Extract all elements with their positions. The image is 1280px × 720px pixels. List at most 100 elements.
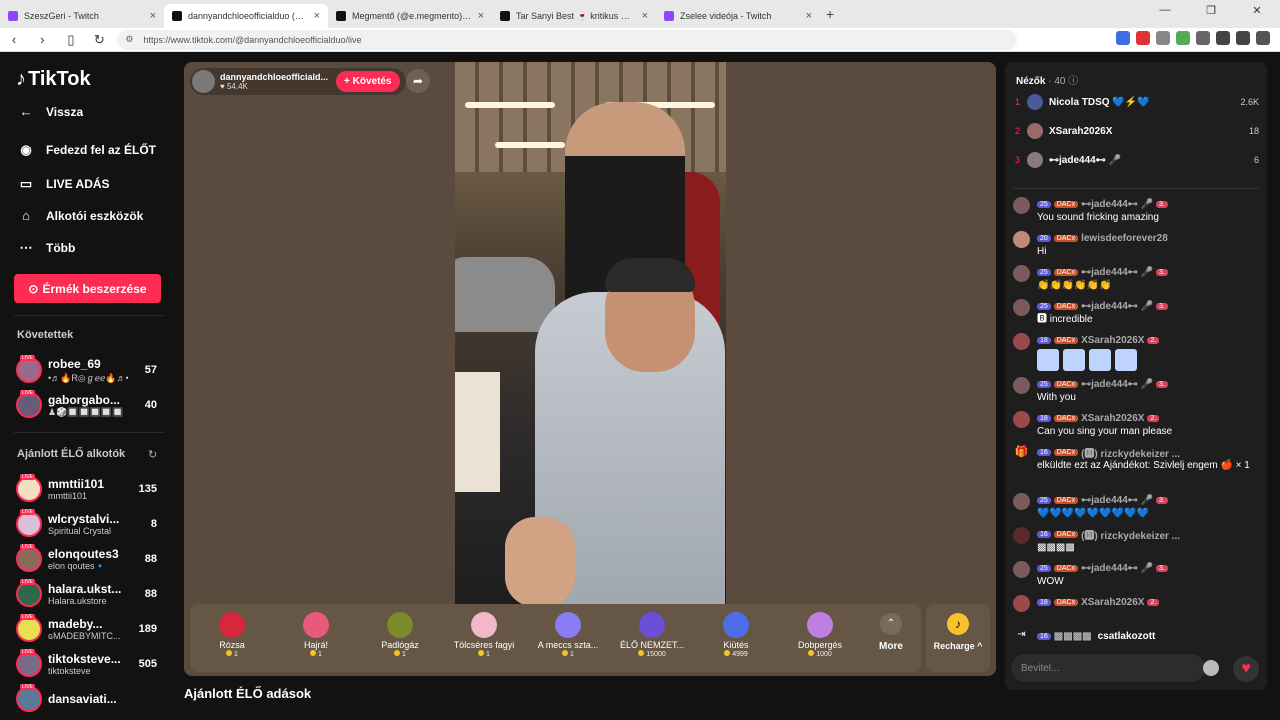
close-tab-icon[interactable]: × — [642, 10, 648, 22]
suggested-account[interactable]: LIVE madeby... ɢMADEBYMITC... 189 — [16, 612, 161, 646]
refresh-icon[interactable]: ↻ — [148, 448, 157, 461]
new-tab-icon[interactable]: + — [826, 6, 834, 22]
avatar: LIVE — [16, 474, 42, 502]
suggested-account[interactable]: LIVE elonqoutes3 elon qoutes🔹 88 — [16, 542, 161, 576]
reload-icon[interactable]: ↻ — [89, 32, 109, 48]
follow-button[interactable]: + Követés — [336, 71, 400, 92]
recharge-button[interactable]: ♪ Recharge ^ — [926, 604, 990, 672]
back-arrow-icon: ← — [19, 104, 33, 119]
close-tab-icon[interactable]: × — [806, 10, 812, 22]
extension-icon[interactable] — [1196, 31, 1210, 45]
more-gifts-button[interactable]: ⌃ More — [866, 604, 916, 672]
avatar — [1027, 94, 1043, 110]
minimize-icon[interactable]: — — [1142, 4, 1188, 17]
sidebar-item-more[interactable]: ⋯ Több — [16, 240, 76, 256]
browser-tab-bar: SzeszGeri - Twitch × dannyandchloeofficia… — [0, 0, 1280, 28]
avatar[interactable] — [1013, 595, 1030, 612]
avatar: LIVE — [16, 614, 42, 642]
explore-live-icon: ◉ — [20, 142, 32, 157]
chat-input[interactable]: Bevitel... — [1011, 654, 1205, 682]
site-info-icon[interactable]: ⚙ — [125, 34, 133, 45]
sidebar-item-live-broadcast[interactable]: ▭ LIVE ADÁS — [16, 176, 110, 192]
live-badge: LIVE — [20, 579, 35, 585]
get-coins-button[interactable]: ⊙ Érmék beszerzése — [14, 274, 161, 303]
avatar[interactable] — [1013, 377, 1030, 394]
url-field[interactable]: ⚙ https://www.tiktok.com/@dannyandchloeof… — [117, 29, 1018, 50]
close-window-icon[interactable]: ✕ — [1234, 4, 1280, 17]
sidebar-item-creator-tools[interactable]: ⌂ Alkotói eszközök — [16, 208, 143, 223]
avatar[interactable] — [1013, 265, 1030, 282]
avatar[interactable] — [1013, 493, 1030, 510]
extensions-bar — [1116, 31, 1270, 45]
suggested-account[interactable]: LIVE tiktoksteve... tiktoksteve 505 — [16, 647, 161, 681]
like-heart-icon[interactable]: ♥ — [1233, 656, 1259, 682]
suggested-account[interactable]: LIVE halara.ukst... Halara.ukstore 88 — [16, 577, 161, 611]
suggested-account[interactable]: LIVE dansaviati... — [16, 682, 161, 716]
browser-tab-active[interactable]: dannyandchloeofficialduo (@da… × — [164, 4, 328, 28]
extension-icon[interactable] — [1136, 31, 1150, 45]
gift-item[interactable]: Tölcséres fagyi 1 — [442, 604, 526, 672]
browser-tab[interactable]: Megmentő (@e.megmento) ÉLŐ adá…× — [328, 4, 492, 28]
close-tab-icon[interactable]: × — [478, 10, 484, 22]
gift-item[interactable]: Hajrá! 1 — [274, 604, 358, 672]
live-video[interactable] — [455, 62, 726, 604]
video-singer-hand — [505, 517, 575, 604]
emoji-icon[interactable] — [1203, 660, 1219, 676]
chat-message: 18 DACx XSarah2026X 2. — [1013, 333, 1261, 371]
host-name[interactable]: dannyandchloeofficiald... — [220, 72, 328, 82]
avatar[interactable] — [1013, 299, 1030, 316]
browser-tab[interactable]: Tar Sanyi Best 🍷 kritikus 🎒 (@szop…× — [492, 4, 656, 28]
avatar[interactable] — [1013, 561, 1030, 578]
gift-item[interactable]: ÉLŐ NEMZET... 15000 — [610, 604, 694, 672]
live-badge: LIVE — [20, 509, 35, 515]
avatar — [1027, 123, 1043, 139]
close-tab-icon[interactable]: × — [314, 10, 320, 22]
close-tab-icon[interactable]: × — [150, 10, 156, 22]
menu-icon[interactable] — [1256, 31, 1270, 45]
back-icon[interactable]: ‹ — [4, 32, 24, 47]
avatar[interactable] — [1013, 333, 1030, 350]
twitch-favicon-icon — [664, 11, 674, 21]
viewers-header[interactable]: Nézők · 40 ⓘ — [1016, 72, 1078, 87]
following-account[interactable]: LIVE robee_69 •♬🔥R◎ℊℯℯ🔥♬• 57 — [16, 353, 161, 387]
bookmark-icon[interactable]: ▯ — [61, 32, 81, 48]
top-viewer[interactable]: 3 ⊷jade444⊷ 🎤 6 — [1015, 150, 1259, 170]
extension-icon[interactable] — [1156, 31, 1170, 45]
host-avatar[interactable] — [192, 70, 215, 93]
avatar[interactable] — [1013, 527, 1030, 544]
extension-icon[interactable] — [1116, 31, 1130, 45]
avatar[interactable] — [1013, 231, 1030, 248]
join-icon: ⇥ — [1017, 629, 1026, 640]
live-stream-player[interactable]: dannyandchloeofficiald... ♥ 54.4K + Köve… — [184, 62, 996, 676]
gift-item[interactable]: Padlógáz 1 — [358, 604, 442, 672]
gift-item[interactable]: Dobpergés 1000 — [778, 604, 862, 672]
forward-icon[interactable]: › — [32, 32, 52, 47]
sidebar-item-explore-live[interactable]: ◉ Fedezd fel az ÉLŐT — [16, 142, 156, 158]
avatar[interactable] — [1013, 411, 1030, 428]
following-account[interactable]: LIVE gaborgabo... ♟🎲🔲🔲🔲🔲🔲 40 — [16, 388, 161, 422]
tiktok-logo[interactable]: ♪ TikTok — [16, 68, 91, 91]
extension-icon[interactable] — [1216, 31, 1230, 45]
gift-item[interactable]: Rózsa 1 — [190, 604, 274, 672]
nav-buttons: ‹ › ▯ ↻ — [0, 31, 109, 49]
host-info[interactable]: dannyandchloeofficiald... ♥ 54.4K + Köve… — [190, 68, 406, 95]
extension-icon[interactable] — [1176, 31, 1190, 45]
browser-tab[interactable]: Zselee videója - Twitch × — [656, 4, 820, 28]
rose-gift-icon — [219, 612, 245, 638]
maximize-icon[interactable]: ❐ — [1188, 4, 1234, 17]
browser-tab[interactable]: SzeszGeri - Twitch × — [0, 4, 164, 28]
sidebar-item-back[interactable]: ← Vissza — [16, 104, 84, 119]
address-bar: ‹ › ▯ ↻ ⚙ https://www.tiktok.com/@dannyan… — [0, 28, 1280, 52]
coin-icon: ⊙ — [28, 281, 39, 296]
info-icon[interactable]: ⓘ — [1068, 76, 1078, 87]
gift-item[interactable]: Kiütés 4999 — [694, 604, 778, 672]
suggested-account[interactable]: LIVE mmttii101 mmttii101 135 — [16, 472, 161, 506]
share-icon[interactable]: ➦ — [406, 69, 430, 93]
avatar: LIVE — [16, 684, 42, 712]
extension-icon[interactable] — [1236, 31, 1250, 45]
suggested-account[interactable]: LIVE wlcrystalvi... Spiritual Crystal 8 — [16, 507, 161, 541]
top-viewer[interactable]: 1 Nicola TDSQ 💙⚡💙 2.6K — [1015, 92, 1259, 112]
avatar[interactable] — [1013, 197, 1030, 214]
gift-item[interactable]: A meccs szta... 1 — [526, 604, 610, 672]
top-viewer[interactable]: 2 XSarah2026X 18 — [1015, 121, 1259, 141]
